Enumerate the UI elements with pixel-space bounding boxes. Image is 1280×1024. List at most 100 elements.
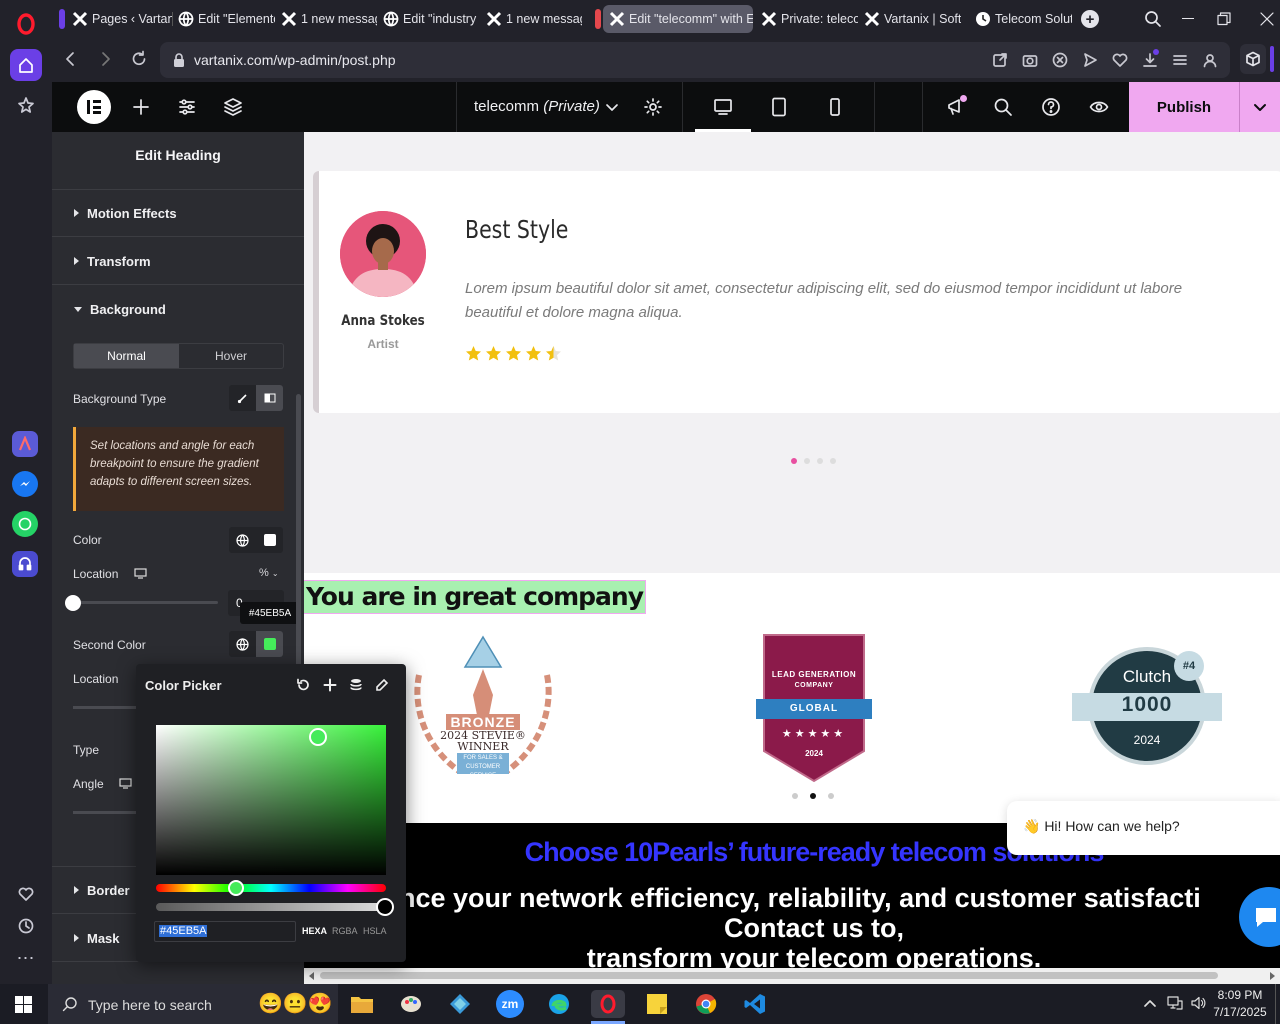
music-player-icon[interactable] <box>12 551 38 577</box>
tab-normal[interactable]: Normal <box>74 344 179 368</box>
selected-heading[interactable]: You are in great company <box>304 580 647 614</box>
clock-time[interactable]: 8:09 PM <box>1212 988 1268 1002</box>
heart-icon[interactable] <box>10 878 42 910</box>
tab-private-telecomm[interactable]: Private: teleco <box>755 5 858 33</box>
section-background[interactable]: Background <box>52 286 304 333</box>
page-title-dropdown[interactable]: telecomm (Private) <box>474 98 600 115</box>
scroll-left-icon[interactable] <box>308 972 316 980</box>
download-icon[interactable] <box>1142 49 1159 68</box>
star-icon[interactable] <box>10 89 42 121</box>
easy-setup-icon[interactable] <box>1172 52 1188 68</box>
tab-hover[interactable]: Hover <box>179 344 283 368</box>
notifications-megaphone-icon[interactable] <box>946 95 967 117</box>
mobile-view-icon[interactable] <box>825 97 845 117</box>
tab-edit-telecomm[interactable]: Edit "telecomm" with E <box>603 5 753 33</box>
back-icon[interactable] <box>62 50 80 68</box>
tab-telecom-solutions[interactable]: Telecom Solut <box>969 5 1072 33</box>
scroll-thumb[interactable] <box>320 972 1218 979</box>
opacity-handle[interactable] <box>376 898 394 916</box>
slider-dot[interactable] <box>792 793 798 799</box>
classic-brush-icon[interactable] <box>229 385 256 411</box>
tab-pages[interactable]: Pages ‹ Vartan <box>66 5 172 33</box>
publish-options-chevron-icon[interactable] <box>1240 82 1280 132</box>
close-window-icon[interactable] <box>1260 12 1274 26</box>
mode-hsla[interactable]: HSLA <box>363 926 387 936</box>
hue-handle[interactable] <box>228 880 244 896</box>
structure-layers-icon[interactable] <box>223 97 243 117</box>
search-tabs-icon[interactable] <box>1144 10 1162 28</box>
responsive-desktop-icon[interactable] <box>134 568 147 579</box>
location-slider-handle[interactable] <box>65 595 81 611</box>
opera-taskbar-icon[interactable] <box>591 990 625 1018</box>
testimonial-card[interactable]: Anna Stokes Artist Best Style Lorem ipsu… <box>313 171 1280 413</box>
heart-bookmark-icon[interactable] <box>1112 52 1128 68</box>
mode-hexa[interactable]: HEXA <box>302 926 327 936</box>
windows-start-icon[interactable] <box>15 996 32 1013</box>
unit-selector[interactable]: % ⌄ <box>259 567 279 579</box>
tablet-view-icon[interactable] <box>769 97 789 117</box>
slider-dot[interactable] <box>828 793 834 799</box>
aria-icon[interactable] <box>12 431 38 457</box>
chat-bubble[interactable]: 👋 Hi! How can we help? <box>1007 801 1280 855</box>
reset-icon[interactable] <box>296 678 310 692</box>
slider-dot-active[interactable] <box>791 458 797 464</box>
clock-date[interactable]: 7/17/2025 <box>1212 1005 1268 1019</box>
vscode-icon[interactable] <box>741 990 769 1018</box>
edge-browser-icon[interactable] <box>545 990 573 1018</box>
tab-vartanix[interactable]: Vartanix | Soft <box>858 5 961 33</box>
share-icon[interactable] <box>992 52 1008 68</box>
color-swatch[interactable] <box>256 527 283 553</box>
taskbar-search-box[interactable]: Type here to search 😄😐😍 <box>48 984 338 1024</box>
slider-dot[interactable] <box>804 458 810 464</box>
add-global-color-icon[interactable] <box>323 678 337 692</box>
chrome-browser-icon[interactable] <box>692 990 720 1018</box>
app-diamond-icon[interactable] <box>446 990 474 1018</box>
page-settings-gear-icon[interactable] <box>643 97 663 117</box>
preview-eye-icon[interactable] <box>1089 97 1109 117</box>
new-tab-icon[interactable]: + <box>1081 10 1099 28</box>
zoom-app-icon[interactable]: zm <box>496 990 524 1018</box>
finder-search-icon[interactable] <box>993 97 1013 117</box>
opacity-slider[interactable] <box>156 903 386 911</box>
global-colors-stack-icon[interactable] <box>349 678 363 692</box>
forward-icon[interactable] <box>96 50 114 68</box>
section-motion-effects[interactable]: Motion Effects <box>52 190 304 237</box>
sticky-notes-icon[interactable] <box>643 990 671 1018</box>
responsive-desktop-icon[interactable] <box>119 778 132 789</box>
hex-input[interactable]: #45EB5A <box>154 921 296 942</box>
reload-icon[interactable] <box>130 50 148 68</box>
show-desktop[interactable] <box>1275 984 1276 1024</box>
slider-dot[interactable] <box>817 458 823 464</box>
tray-chevron-up-icon[interactable] <box>1143 996 1157 1010</box>
url-field[interactable]: vartanix.com/wp-admin/post.php <box>160 42 1230 78</box>
location-slider-track[interactable] <box>73 601 218 604</box>
home-icon[interactable] <box>10 49 42 81</box>
angle-slider-track[interactable] <box>73 811 138 814</box>
desktop-view-icon[interactable] <box>713 97 733 117</box>
global-colors-globe-icon[interactable] <box>229 631 256 657</box>
slider-dot-active[interactable] <box>810 793 816 799</box>
help-icon[interactable] <box>1041 97 1061 117</box>
opera-logo-icon[interactable] <box>14 12 38 36</box>
history-icon[interactable] <box>10 910 42 942</box>
more-icon[interactable]: ⋯ <box>10 942 42 974</box>
publish-button[interactable]: Publish <box>1129 82 1239 132</box>
camera-icon[interactable] <box>1022 52 1038 68</box>
site-settings-icon[interactable] <box>177 97 197 117</box>
hue-slider[interactable] <box>156 884 386 892</box>
tab-new-message-1[interactable]: 1 new messag <box>275 5 377 33</box>
gradient-icon[interactable] <box>256 385 283 411</box>
mode-rgba[interactable]: RGBA <box>332 926 358 936</box>
network-icon[interactable] <box>1167 995 1183 1011</box>
volume-icon[interactable] <box>1190 995 1206 1011</box>
eyedropper-icon[interactable] <box>375 678 389 692</box>
scroll-right-icon[interactable] <box>1268 972 1276 980</box>
restore-icon[interactable] <box>1217 12 1231 26</box>
tab-edit-industry[interactable]: Edit "industry <box>377 5 480 33</box>
adblock-icon[interactable] <box>1052 52 1068 68</box>
chevron-down-icon[interactable] <box>602 97 622 117</box>
saturation-handle[interactable] <box>309 728 327 746</box>
global-colors-globe-icon[interactable] <box>229 527 256 553</box>
profile-icon[interactable] <box>1202 52 1218 68</box>
location-2-slider-track[interactable] <box>73 706 138 709</box>
